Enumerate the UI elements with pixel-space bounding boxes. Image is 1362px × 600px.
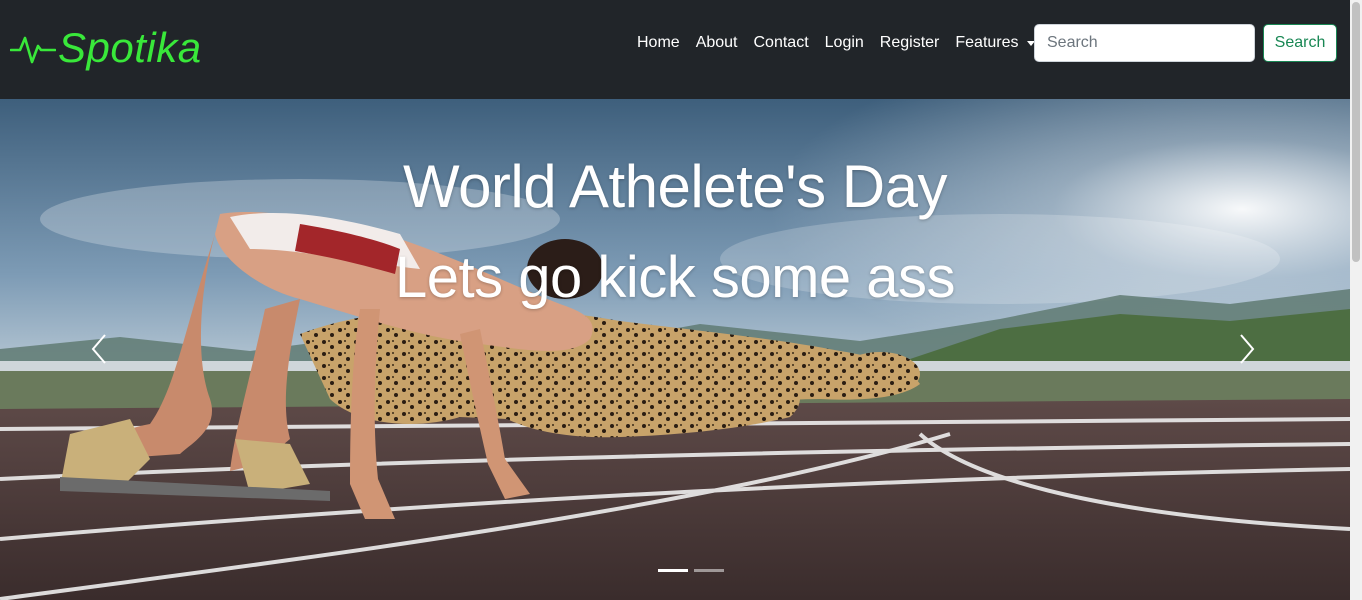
nav-link-contact[interactable]: Contact: [746, 33, 817, 53]
nav-dropdown-features[interactable]: Features: [947, 33, 1042, 53]
carousel-indicators: [658, 569, 724, 572]
carousel-subtitle: Lets go kick some ass: [394, 245, 956, 310]
carousel-indicator-2[interactable]: [694, 569, 724, 572]
search-input[interactable]: [1034, 24, 1255, 62]
nav-link-login[interactable]: Login: [817, 33, 872, 53]
chevron-right-icon: [1240, 334, 1255, 364]
page: Spotika Home About Contact Login Registe…: [0, 0, 1362, 600]
nav-link-about[interactable]: About: [688, 33, 746, 53]
hero-carousel: World Athelete's Day Lets go kick some a…: [0, 99, 1350, 600]
heartbeat-icon: [10, 36, 56, 64]
page-scrollbar[interactable]: [1350, 0, 1362, 600]
carousel-indicator-1[interactable]: [658, 569, 688, 572]
carousel-title: World Athelete's Day: [403, 153, 947, 220]
chevron-left-icon: [91, 334, 106, 364]
navbar: Spotika Home About Contact Login Registe…: [0, 0, 1350, 99]
nav-link-home[interactable]: Home: [629, 33, 688, 53]
carousel-next-button[interactable]: [1232, 329, 1262, 369]
search-button[interactable]: Search: [1263, 24, 1337, 62]
nav-link-register[interactable]: Register: [872, 33, 948, 53]
scrollbar-thumb[interactable]: [1352, 2, 1360, 262]
nav-dropdown-features-label: Features: [955, 34, 1019, 51]
brand-logo-link[interactable]: Spotika: [10, 24, 202, 72]
brand-name: Spotika: [58, 24, 202, 71]
nav-menu: Home About Contact Login Register Featur…: [629, 33, 1043, 53]
carousel-prev-button[interactable]: [86, 329, 116, 369]
